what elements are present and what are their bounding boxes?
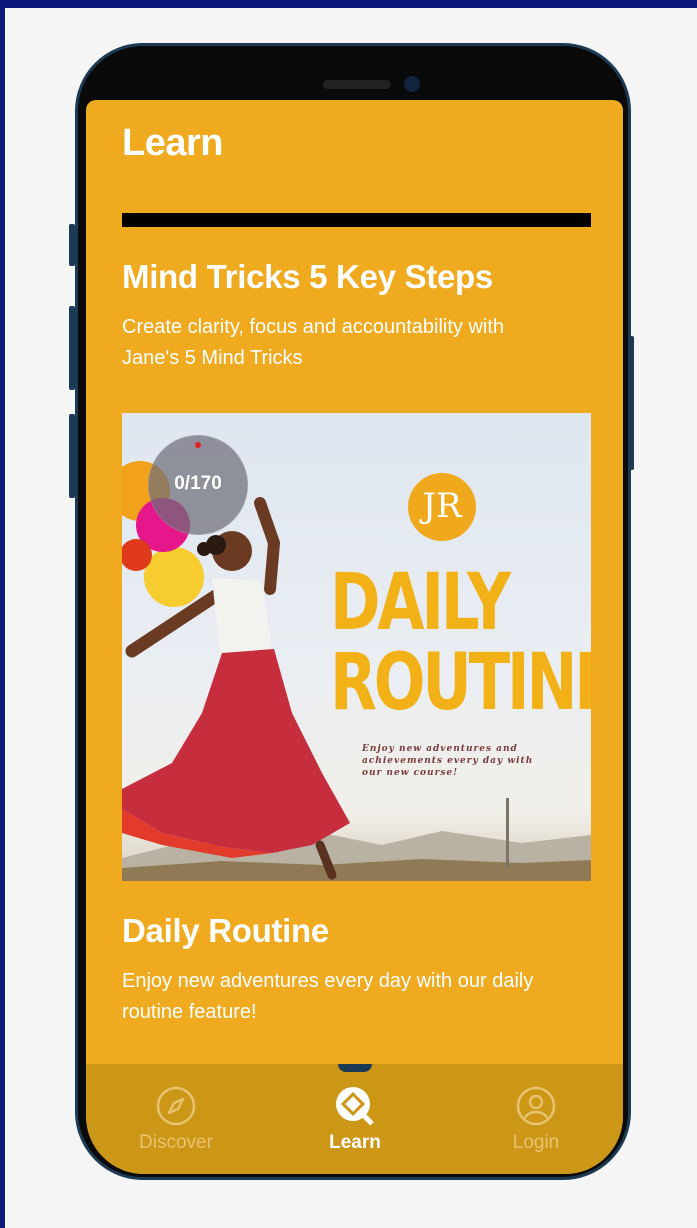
- phone-side-button: [69, 306, 75, 390]
- nav-item-learn[interactable]: Learn: [285, 1086, 425, 1154]
- active-tab-indicator: [338, 1064, 372, 1072]
- card-subtitle: Enjoy new adventures every day with our …: [122, 966, 533, 1028]
- phone-camera: [404, 76, 420, 92]
- hero-title: DAILY ROUTINE: [330, 563, 591, 723]
- bottom-nav: Discover Learn Login: [86, 1064, 623, 1174]
- card-subtitle-line: Jane's 5 Mind Tricks: [122, 347, 303, 369]
- hero-tagline-line: Enjoy new adventures and: [362, 744, 518, 754]
- learn-icon: [335, 1086, 375, 1126]
- canvas: Learn Mind Tricks 5 Key Steps Create cla…: [5, 8, 697, 1228]
- nav-label: Learn: [329, 1132, 381, 1153]
- hero-tagline-line: our new course!: [362, 768, 459, 778]
- nav-label: Discover: [139, 1132, 213, 1153]
- course-logo: JR: [408, 473, 476, 541]
- card-title[interactable]: Mind Tricks 5 Key Steps: [122, 258, 493, 296]
- user-icon: [516, 1086, 556, 1126]
- nav-label: Login: [512, 1132, 560, 1153]
- hero-title-line: ROUTINE: [330, 638, 591, 728]
- lesson-progress-fill: [122, 213, 591, 227]
- card-subtitle-line: routine feature!: [122, 1001, 257, 1023]
- phone-speaker: [323, 80, 391, 89]
- card-subtitle: Create clarity, focus and accountability…: [122, 312, 504, 374]
- badge-indicator-dot: [195, 442, 201, 448]
- page-title: Learn: [122, 122, 223, 164]
- card-subtitle-line: Create clarity, focus and accountability…: [122, 316, 505, 338]
- progress-counter-badge: 0/170: [148, 435, 248, 535]
- nav-item-discover[interactable]: Discover: [106, 1086, 246, 1154]
- phone-side-button: [628, 336, 634, 470]
- hero-title-line: DAILY: [330, 558, 511, 648]
- nav-item-login[interactable]: Login: [466, 1086, 606, 1154]
- hero-tagline: Enjoy new adventures and achievements ev…: [362, 743, 562, 779]
- card-subtitle-line: Enjoy new adventures every day with our …: [122, 970, 534, 992]
- phone-side-button: [69, 224, 75, 266]
- phone-side-button: [69, 414, 75, 498]
- lesson-progress-bar: [122, 213, 591, 227]
- hero-tagline-line: achievements every day with: [362, 756, 534, 766]
- app-screen: Learn Mind Tricks 5 Key Steps Create cla…: [86, 100, 623, 1174]
- card-title[interactable]: Daily Routine: [122, 912, 329, 950]
- phone-frame: Learn Mind Tricks 5 Key Steps Create cla…: [69, 43, 634, 1180]
- compass-icon: [156, 1086, 196, 1126]
- course-hero-image[interactable]: JR DAILY ROUTINE Enjoy new adventures an…: [122, 413, 591, 881]
- progress-counter-text: 0/170: [174, 473, 222, 494]
